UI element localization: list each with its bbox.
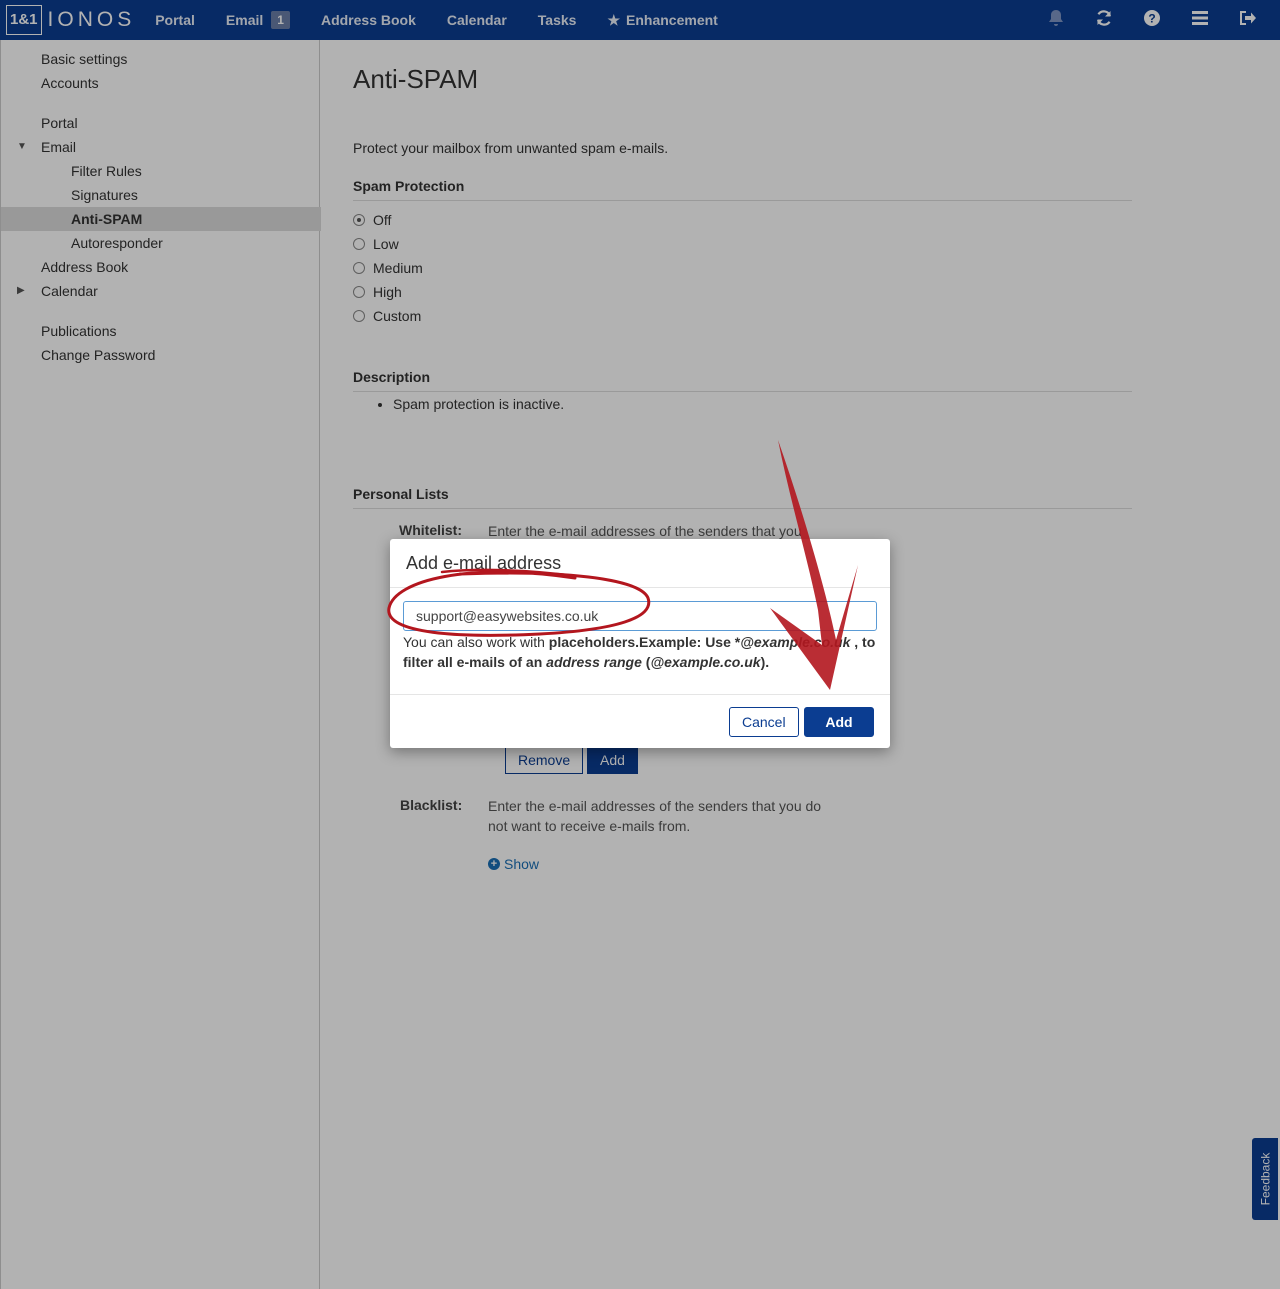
email-address-input[interactable]	[403, 601, 877, 631]
dialog-add-button[interactable]: Add	[804, 707, 874, 737]
placeholder-help-text: You can also work with placeholders.Exam…	[403, 632, 881, 672]
help-italic-2: address range	[546, 654, 642, 670]
cancel-button[interactable]: Cancel	[729, 707, 799, 737]
dialog-footer-divider	[390, 694, 890, 695]
help-prefix: You can also work with	[403, 634, 549, 650]
help-bold-4: ).	[760, 654, 770, 670]
dialog-title: Add e-mail address	[406, 553, 562, 573]
dialog-divider	[390, 587, 890, 588]
help-bold-1: placeholders.Example: Use *	[548, 634, 741, 650]
help-italic-3: @example.co.uk	[650, 654, 761, 670]
help-italic-1: @example.co.uk	[740, 634, 851, 650]
add-email-dialog: Add e-mail address You can also work wit…	[390, 539, 890, 748]
